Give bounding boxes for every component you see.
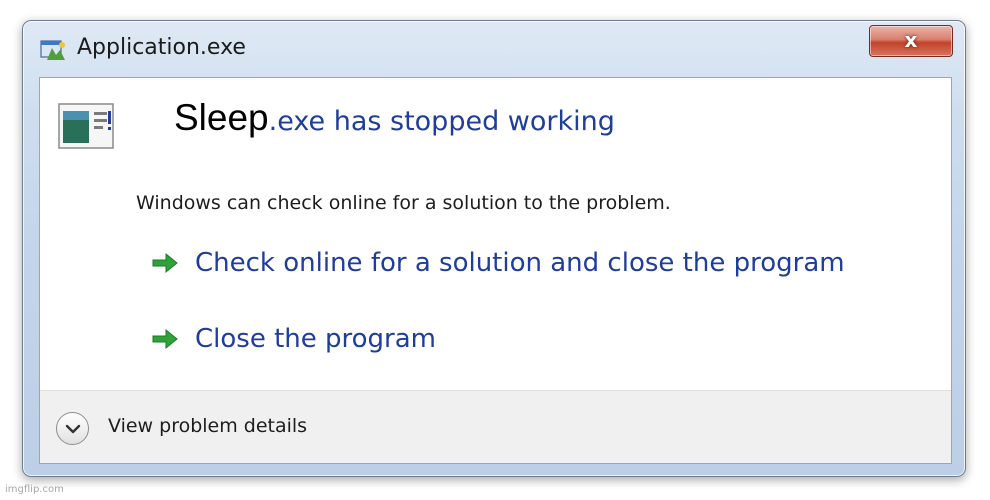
green-arrow-icon xyxy=(152,328,178,350)
expand-details-button[interactable] xyxy=(56,412,89,445)
headline-text: .exe has stopped working xyxy=(268,106,615,137)
error-message: Windows can check online for a solution … xyxy=(136,192,671,214)
close-button[interactable]: x xyxy=(869,25,953,57)
check-online-label: Check online for a solution and close th… xyxy=(195,248,845,278)
error-headline: Sleep.exe has stopped working xyxy=(174,97,615,139)
chevron-down-icon xyxy=(65,424,80,433)
program-name: Sleep xyxy=(174,97,269,138)
application-icon xyxy=(40,40,65,60)
window-title: Application.exe xyxy=(77,35,246,60)
watermark: imgflip.com xyxy=(5,484,64,495)
error-dialog-window: Application.exe x Sleep.exe has stopped … xyxy=(22,20,966,477)
program-window-icon xyxy=(58,103,114,149)
green-arrow-icon xyxy=(152,252,178,274)
view-details-label[interactable]: View problem details xyxy=(108,415,307,437)
dialog-content: Sleep.exe has stopped working Windows ca… xyxy=(39,77,952,464)
close-program-label: Close the program xyxy=(195,324,437,354)
check-online-action[interactable]: Check online for a solution and close th… xyxy=(150,243,845,283)
close-program-action[interactable]: Close the program xyxy=(150,319,436,359)
dialog-footer: View problem details xyxy=(40,390,951,463)
